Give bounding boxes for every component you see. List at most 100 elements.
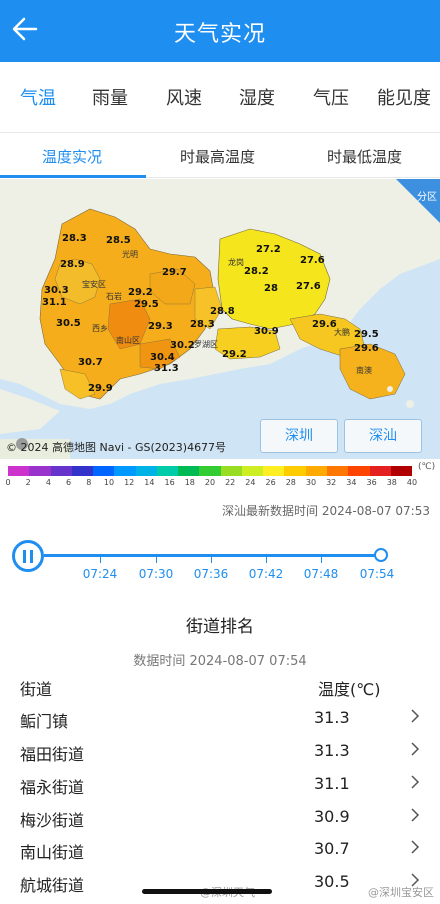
slider-time-label[interactable]: 07:42 <box>249 567 284 581</box>
temp-label: 28.9 <box>60 259 85 270</box>
slider-handle[interactable] <box>374 548 388 562</box>
chevron-right-icon <box>411 742 420 756</box>
legend-swatch <box>29 466 51 476</box>
legend-label: 18 <box>184 478 195 487</box>
tab-pressure[interactable]: 气压 <box>313 84 349 110</box>
district-label: 罗湖区 <box>194 340 218 349</box>
legend-label: 28 <box>285 478 296 487</box>
slider-time-label[interactable]: 07:24 <box>83 567 118 581</box>
chevron-right-icon <box>411 840 420 854</box>
pause-button[interactable] <box>12 540 44 572</box>
temp-label: 29.2 <box>128 287 153 298</box>
temp-label: 30.3 <box>44 285 69 296</box>
temp-label: 28 <box>264 283 278 294</box>
temp-label: 28.8 <box>210 306 235 317</box>
table-row[interactable]: 梅沙街道 30.9 <box>0 800 440 833</box>
chevron-right-icon <box>411 709 420 723</box>
slider-time-label[interactable]: 07:36 <box>194 567 229 581</box>
temperature-legend-bar <box>8 466 413 476</box>
shenshan-button[interactable]: 深汕 <box>344 419 422 453</box>
temp-label: 31.3 <box>154 363 179 374</box>
column-header-temp: 温度(℃) <box>318 680 381 699</box>
legend-unit: (℃) <box>418 462 436 472</box>
tab-current-temp[interactable]: 温度实况 <box>42 146 102 167</box>
legend-label: 14 <box>144 478 155 487</box>
legend-swatch <box>71 466 94 476</box>
street-temp: 31.1 <box>314 774 350 793</box>
legend-label: 20 <box>204 478 216 487</box>
temp-label: 31.1 <box>42 297 67 308</box>
legend-swatch <box>263 466 285 476</box>
legend-swatch <box>50 466 72 476</box>
legend-swatch <box>178 466 200 476</box>
legend-swatch <box>326 466 349 476</box>
legend-swatch <box>284 466 306 476</box>
table-row[interactable]: 福田街道 31.3 <box>0 734 440 767</box>
tab-hourly-min-temp[interactable]: 时最低温度 <box>327 146 402 167</box>
table-row[interactable]: 福永街道 31.1 <box>0 767 440 800</box>
legend-swatch <box>241 466 264 476</box>
tab-humidity[interactable]: 湿度 <box>239 84 275 110</box>
tab-hourly-max-temp[interactable]: 时最高温度 <box>180 146 255 167</box>
tab-wind-speed[interactable]: 风速 <box>166 84 202 110</box>
table-row[interactable]: 鲘门镇 31.3 <box>0 701 440 734</box>
street-temp: 31.3 <box>314 708 350 727</box>
legend-label: 34 <box>346 478 357 487</box>
slider-time-label[interactable]: 07:48 <box>304 567 339 581</box>
watermark: @深圳宝安区 <box>368 886 434 899</box>
legend-label: 10 <box>103 478 115 487</box>
temp-label: 29.3 <box>148 321 173 332</box>
temp-label: 29.5 <box>134 299 159 310</box>
time-slider[interactable]: 07:24 07:30 07:36 07:42 07:48 07:54 <box>0 540 440 590</box>
temp-label: 29.6 <box>312 319 337 330</box>
temp-label: 30.9 <box>254 326 279 337</box>
legend-label: 12 <box>124 478 135 487</box>
legend-label: 36 <box>366 478 377 487</box>
slider-time-label[interactable]: 07:30 <box>139 567 174 581</box>
legend-swatch <box>156 466 179 476</box>
slider-tick <box>266 557 267 563</box>
legend-label: 24 <box>245 478 256 487</box>
table-row[interactable]: 南山街道 30.7 <box>0 832 440 865</box>
slider-tick <box>100 557 101 563</box>
slider-tick <box>156 557 157 563</box>
zone-toggle-label: 分区 <box>417 192 437 203</box>
app-header: 天气实况 <box>0 0 440 62</box>
street-name: 南山街道 <box>20 843 85 862</box>
temp-label: 27.6 <box>300 255 325 266</box>
shenzhen-button[interactable]: 深圳 <box>260 419 338 453</box>
legend-swatch <box>199 466 221 476</box>
street-name: 梅沙街道 <box>20 811 85 830</box>
street-name: 航城街道 <box>20 876 85 895</box>
district-label: 南山区 <box>116 336 140 345</box>
home-indicator[interactable] <box>142 889 272 894</box>
temp-label: 29.5 <box>354 329 379 340</box>
district-label: 龙岗 <box>228 258 244 267</box>
temp-label: 30.5 <box>56 318 81 329</box>
legend-swatch <box>8 466 30 476</box>
map-credit: © 2024 高德地图 Navi - GS(2023)4677号 <box>6 441 227 454</box>
column-header-street: 街道 <box>20 680 53 699</box>
district-label: 西乡 <box>92 324 108 333</box>
ranking-data-time: 数据时间 2024-08-07 07:54 <box>133 654 307 669</box>
street-temp: 31.3 <box>314 741 350 760</box>
chevron-right-icon <box>411 775 420 789</box>
zone-toggle-button[interactable]: 分区 <box>396 179 440 223</box>
slider-tick <box>321 557 322 563</box>
legend-label: 16 <box>164 478 175 487</box>
temp-label: 28.3 <box>190 319 215 330</box>
temp-label: 29.2 <box>222 349 247 360</box>
tab-visibility[interactable]: 能见度 <box>377 84 431 110</box>
slider-track[interactable] <box>44 554 381 557</box>
slider-tick <box>211 557 212 563</box>
pause-bar-icon <box>30 550 33 563</box>
temp-label: 28.2 <box>244 266 269 277</box>
temperature-map[interactable]: 28.3 28.5 28.9 30.3 31.1 29.2 29.7 29.5 … <box>0 179 440 459</box>
legend-label: 30 <box>305 478 317 487</box>
legend-swatch <box>93 466 115 476</box>
pause-bar-icon <box>23 550 26 563</box>
tab-rainfall[interactable]: 雨量 <box>92 84 128 110</box>
tab-temperature[interactable]: 气温 <box>20 84 56 110</box>
temp-label: 27.2 <box>256 244 281 255</box>
slider-time-label[interactable]: 07:54 <box>360 567 395 581</box>
